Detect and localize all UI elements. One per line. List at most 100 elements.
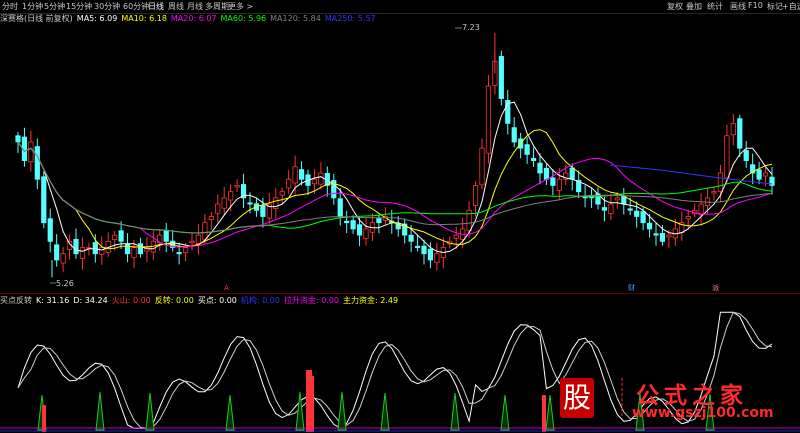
candle-down	[356, 224, 363, 236]
candle-down	[524, 144, 530, 155]
event-marker-2: 派	[712, 284, 719, 292]
candle-up	[221, 197, 227, 209]
candle-up	[453, 234, 459, 239]
candle-down	[337, 198, 343, 217]
candle-down	[34, 146, 40, 180]
candle-up	[60, 253, 66, 264]
candle-up	[724, 135, 730, 179]
ma5-line	[17, 101, 773, 254]
candle-down	[118, 230, 124, 242]
candle-up	[292, 166, 298, 184]
signal-triangle	[225, 394, 235, 431]
candle-up	[79, 247, 86, 259]
candle-up	[311, 178, 318, 185]
watermark-url: www.gszj100.com	[632, 405, 774, 421]
candle-down	[73, 238, 79, 255]
low-price-label: 5.26	[56, 279, 74, 288]
candle-down	[414, 245, 421, 248]
volcano-bar	[542, 395, 546, 432]
candle-up	[318, 172, 324, 185]
signal-triangle	[95, 391, 105, 431]
candle-up	[556, 178, 562, 191]
candle-up	[717, 172, 724, 192]
candle-down	[646, 222, 653, 230]
ma120-line	[17, 141, 773, 234]
candle-up	[189, 240, 195, 244]
candle-down	[627, 208, 633, 211]
candle-up	[614, 197, 620, 201]
candle-up	[608, 203, 614, 214]
candle-up	[195, 234, 202, 245]
signal-triangle	[380, 392, 390, 431]
candle-down	[54, 244, 60, 261]
event-marker-0: A	[224, 284, 229, 292]
ma250-line	[609, 164, 773, 185]
candle-down	[550, 177, 556, 186]
ma60-line	[17, 141, 773, 234]
candle-down	[176, 252, 182, 255]
candle-down	[92, 242, 98, 255]
watermark-logo: 股	[560, 378, 594, 418]
candle-up	[234, 185, 240, 188]
chart-canvas: A财派	[0, 27, 800, 432]
candle-down	[569, 167, 575, 180]
candle-up	[228, 191, 234, 201]
candle-down	[737, 118, 743, 149]
candle-down	[498, 56, 504, 99]
high-price-label: 7.23	[462, 23, 480, 32]
candle-up	[479, 147, 485, 186]
candle-down	[653, 233, 659, 236]
candle-down	[376, 218, 382, 224]
ma10-line	[17, 129, 773, 250]
candle-down	[41, 176, 47, 224]
candle-up	[182, 247, 189, 254]
candle-up	[472, 185, 479, 206]
candle-down	[743, 150, 749, 162]
candle-up	[215, 203, 221, 214]
signal-triangle	[500, 394, 510, 431]
candle-down	[756, 169, 762, 180]
candle-down	[537, 162, 543, 174]
candle-down	[659, 232, 666, 242]
candle-down	[427, 248, 434, 261]
candle-up	[685, 216, 691, 220]
candle-down	[15, 135, 21, 143]
candle-down	[344, 220, 350, 224]
candle-up	[131, 247, 137, 258]
signal-triangle	[145, 392, 155, 431]
candle-down	[247, 202, 253, 205]
event-marker-1: 财	[628, 283, 635, 292]
candle-up	[202, 222, 208, 240]
candle-down	[47, 218, 53, 242]
panel-separator	[0, 293, 800, 294]
candle-up	[730, 122, 736, 136]
candle-up	[434, 253, 440, 263]
candle-up	[112, 234, 118, 240]
candle-up	[279, 191, 285, 196]
candle-down	[543, 168, 550, 180]
ma20-line	[17, 141, 773, 248]
candle-down	[350, 220, 356, 230]
signal-triangle	[450, 392, 460, 431]
candle-down	[124, 243, 131, 255]
candle-down	[408, 234, 414, 242]
candle-up	[28, 141, 34, 163]
candle-up	[711, 191, 717, 194]
candle-up	[666, 234, 672, 238]
candle-down	[163, 229, 169, 242]
candle-down	[640, 211, 646, 224]
volcano-bar	[309, 376, 314, 432]
candle-up	[762, 172, 769, 177]
candle-down	[260, 205, 266, 217]
candle-down	[421, 245, 427, 255]
candle-up	[363, 228, 369, 239]
candle-down	[298, 169, 305, 180]
candle-up	[286, 178, 292, 189]
candle-down	[511, 127, 517, 143]
candle-down	[601, 207, 608, 211]
candle-down	[634, 210, 640, 217]
candle-up	[698, 203, 704, 216]
candle-up	[208, 216, 214, 220]
signal-triangle	[545, 394, 555, 431]
signal-triangle	[337, 391, 347, 431]
